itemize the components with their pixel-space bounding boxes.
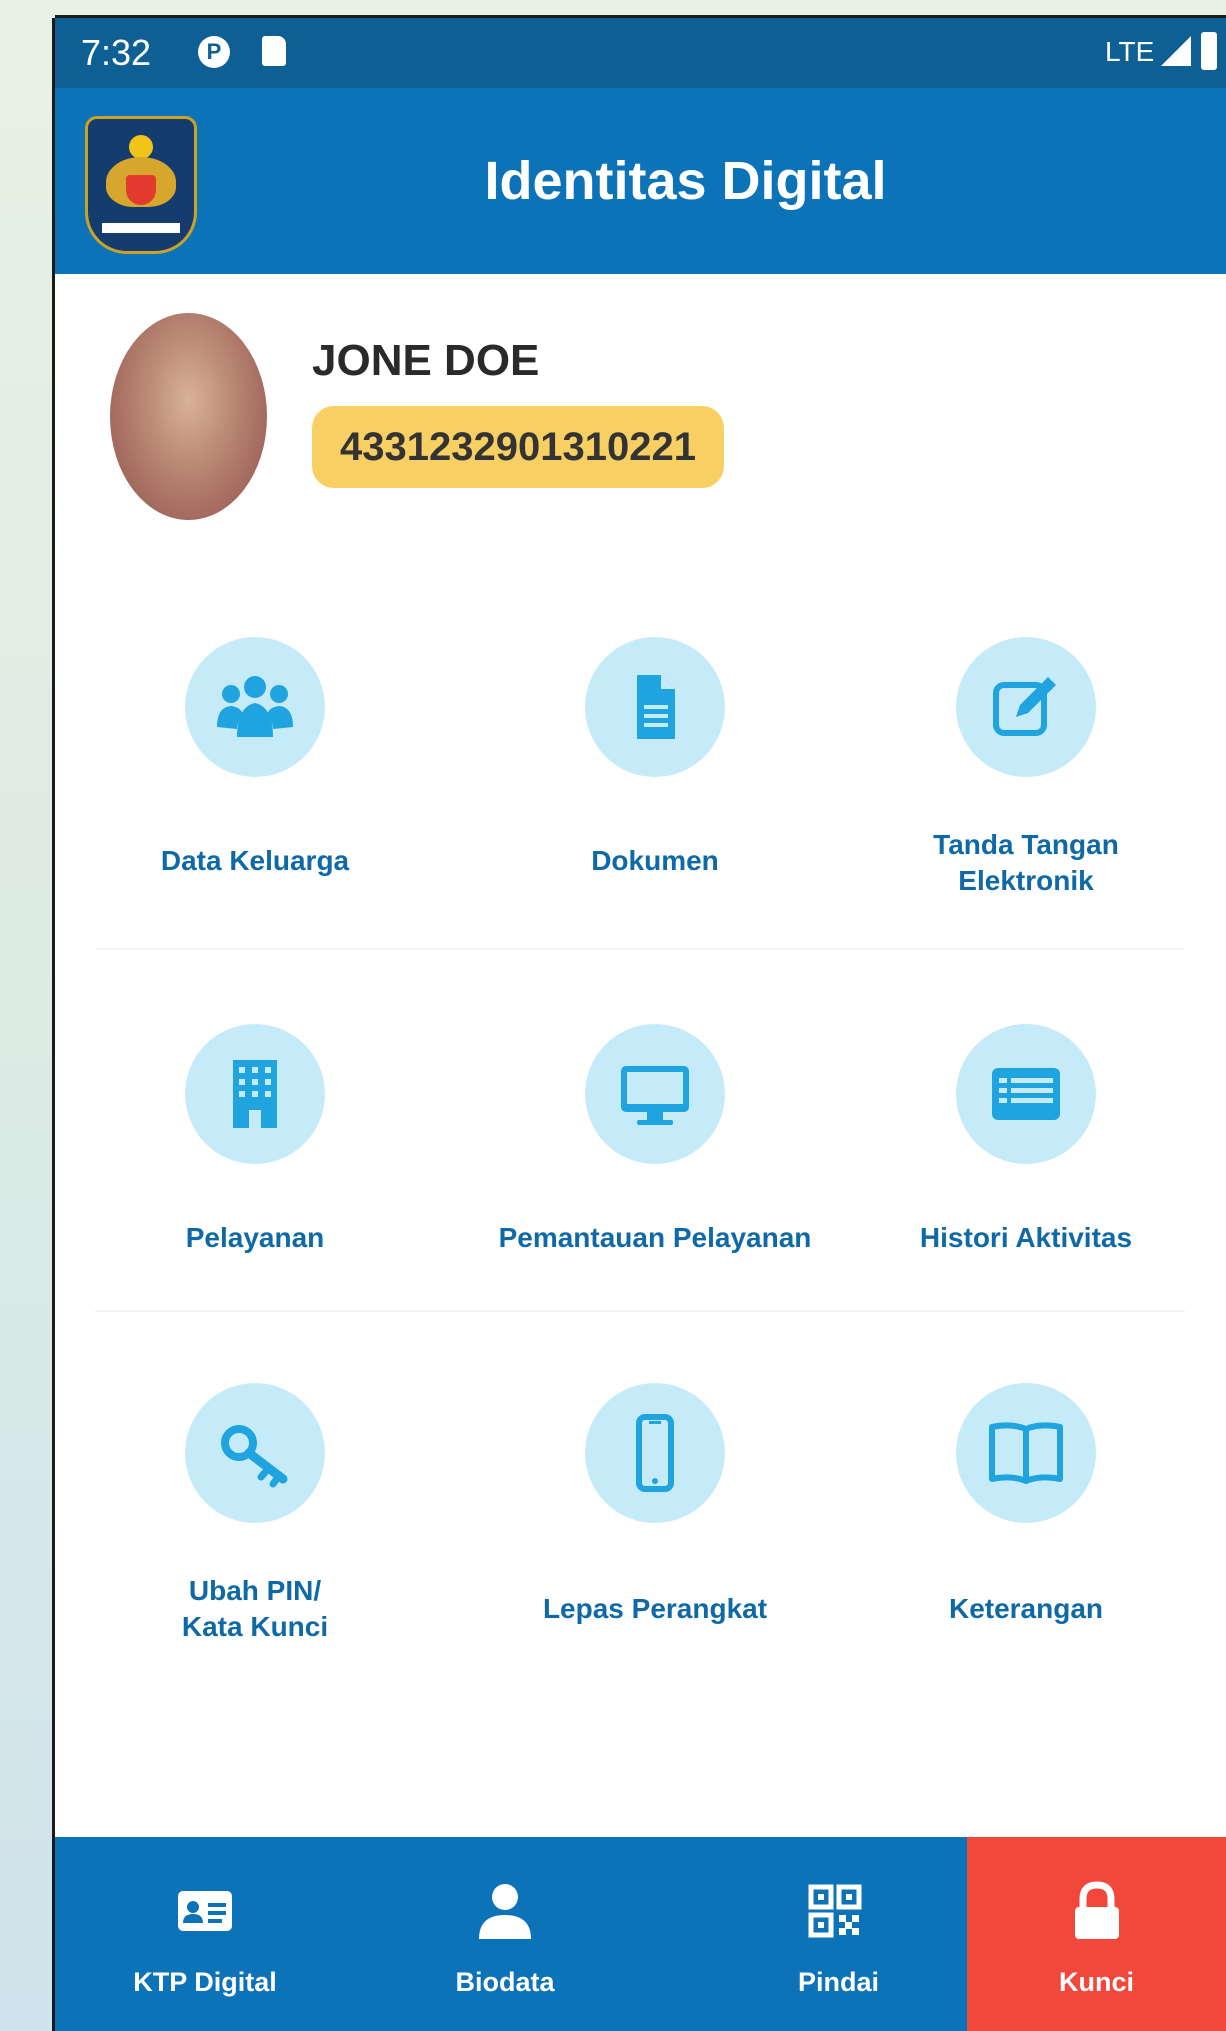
network-type: LTE	[1105, 36, 1155, 67]
key-icon	[185, 1383, 325, 1523]
menu-item-keterangan[interactable]: Keterangan	[826, 1383, 1226, 1653]
notification-p-icon: P	[198, 36, 230, 68]
person-icon	[479, 1884, 531, 1939]
menu-item-dokumen[interactable]: Dokumen	[455, 637, 855, 897]
list-history-icon	[956, 1024, 1096, 1164]
bottom-nav: KTP Digital Biodata Pindai Kunci	[55, 1837, 1226, 2031]
menu-label: Dokumen	[591, 845, 719, 876]
divider	[95, 948, 1185, 950]
menu-item-ubah-pin[interactable]: Ubah PIN/Kata Kunci	[55, 1383, 455, 1653]
menu-item-pemantauan-pelayanan[interactable]: Pemantauan Pelayanan	[455, 1024, 855, 1264]
menu-label: Lepas Perangkat	[542, 1593, 768, 1624]
status-bar: 7:32 P LTE	[55, 18, 1226, 88]
app-header: Identitas Digital	[55, 88, 1226, 274]
smartphone-icon	[585, 1383, 725, 1523]
menu-item-tanda-tangan-elektronik[interactable]: Tanda Tangan Elektronik	[826, 637, 1226, 897]
battery-icon	[1201, 32, 1217, 70]
menu-label: Keterangan	[948, 1593, 1104, 1624]
building-icon	[185, 1024, 325, 1164]
nav-label: KTP Digital	[133, 1967, 277, 1997]
menu-label: Ubah PIN/Kata Kunci	[181, 1575, 329, 1642]
edit-signature-icon	[956, 637, 1096, 777]
nav-ktp-digital[interactable]: KTP Digital	[55, 1837, 355, 2031]
document-icon	[585, 637, 725, 777]
lock-icon	[1075, 1881, 1119, 1939]
divider	[95, 1310, 1185, 1312]
menu-label: Pelayanan	[185, 1222, 325, 1253]
nav-label: Kunci	[1058, 1967, 1134, 1997]
monitor-icon	[585, 1024, 725, 1164]
menu-label: Data Keluarga	[160, 845, 350, 876]
qr-code-icon	[808, 1884, 862, 1938]
nik-badge: 4331232901310221	[312, 406, 724, 488]
avatar	[110, 313, 267, 520]
nav-biodata[interactable]: Biodata	[355, 1837, 655, 2031]
id-card-icon	[178, 1891, 232, 1931]
phone-screen: 7:32 P LTE Identitas Digital JONE DOE 43…	[55, 18, 1226, 2031]
menu-item-histori-aktivitas[interactable]: Histori Aktivitas	[826, 1024, 1226, 1264]
status-time: 7:32	[81, 32, 152, 73]
book-icon	[956, 1383, 1096, 1523]
nav-label: Biodata	[455, 1967, 555, 1997]
menu-label: Histori Aktivitas	[919, 1222, 1133, 1253]
menu-label: Tanda Tangan Elektronik	[933, 829, 1119, 896]
menu-item-lepas-perangkat[interactable]: Lepas Perangkat	[455, 1383, 855, 1653]
menu-item-pelayanan[interactable]: Pelayanan	[55, 1024, 455, 1264]
family-group-icon	[185, 637, 325, 777]
sd-card-icon	[262, 36, 286, 66]
menu-item-data-keluarga[interactable]: Data Keluarga	[55, 637, 455, 897]
signal-icon	[1161, 36, 1191, 66]
profile-name: JONE DOE	[312, 336, 540, 385]
menu-label: Pemantauan Pelayanan	[498, 1222, 812, 1253]
nav-kunci[interactable]: Kunci	[967, 1837, 1226, 2031]
page-title: Identitas Digital	[484, 151, 887, 211]
